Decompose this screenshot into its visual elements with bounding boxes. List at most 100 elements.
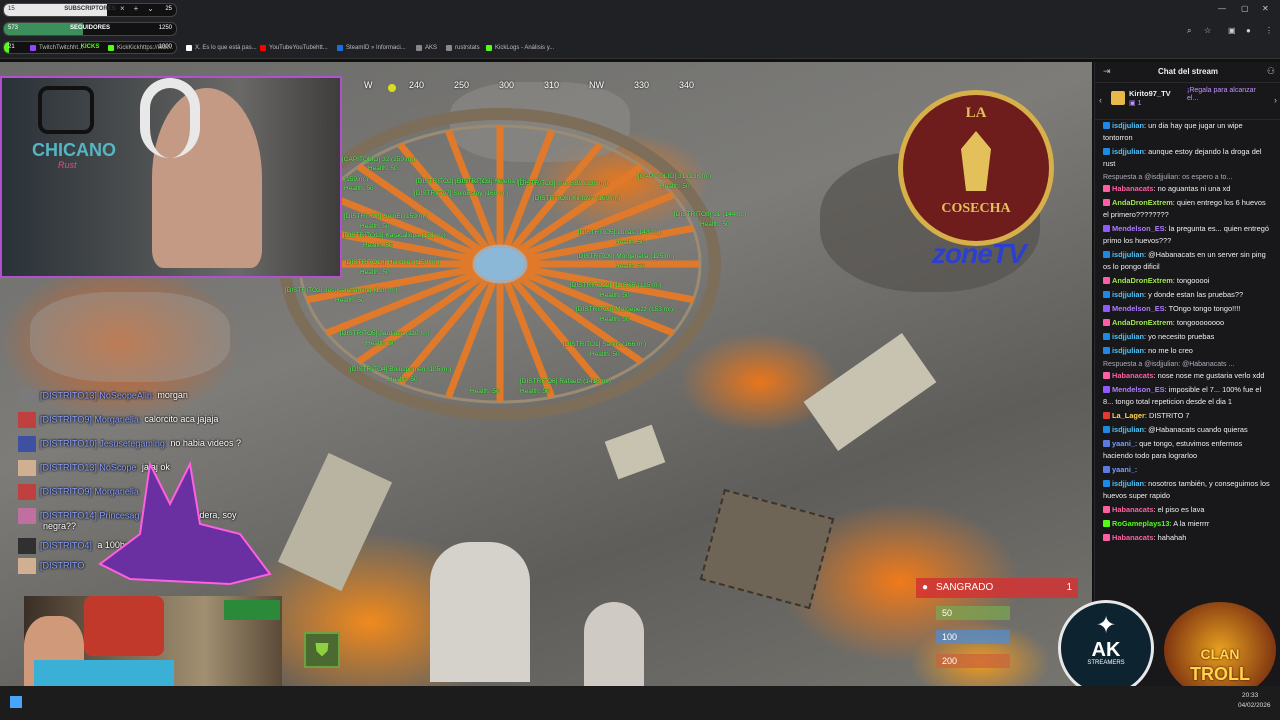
zonetv-logo: zoneTV <box>932 238 1027 269</box>
chat-message: isdjjulian: yo necesito pruebas <box>1103 331 1273 343</box>
chat-message: Habanacats: el piso es lava <box>1103 504 1273 516</box>
user-badge-icon <box>1103 386 1110 393</box>
clock-time[interactable]: 20:33 <box>1242 692 1258 699</box>
chat-username[interactable]: isdjjulian <box>1112 479 1144 488</box>
chat-username[interactable]: RoGameplays13 <box>1112 519 1170 528</box>
esp-label: Health: 50 <box>344 185 374 192</box>
bookmark-x[interactable]: X. Es lo que está pas... <box>186 45 257 51</box>
tab-controls[interactable]: × + ⌄ <box>120 4 154 13</box>
hydration-bar: 100 <box>936 630 1010 644</box>
esp-label: [CAPITOLIO] 31 (138 m.) <box>638 173 712 180</box>
chat-username[interactable]: yaani_ <box>1112 439 1135 448</box>
chat-message: RoGameplays13: A la mierrrr <box>1103 518 1273 530</box>
compass-label: W <box>364 80 373 90</box>
chat-username[interactable]: Habanacats <box>1112 371 1154 380</box>
steam-icon <box>337 45 343 51</box>
pinned-gift-banner[interactable]: ‹ Kirito97_TV ▣ 1 ¡Regala para alcanzar … <box>1095 83 1280 120</box>
user-badge-icon <box>1103 466 1110 473</box>
clock-date[interactable]: 04/02/2026 <box>1238 702 1271 709</box>
compass-label: 250 <box>454 80 470 90</box>
overlay-chat-text: negra?? <box>43 521 77 531</box>
bookmark-star-icon[interactable]: ☆ <box>1204 26 1211 35</box>
chat-message: AndaDronExtrem: quien entrego los 6 huev… <box>1103 197 1273 221</box>
bookmark-youtube[interactable]: YouTubeYouTubehtt... <box>260 45 328 51</box>
user-badge-icon <box>1103 534 1110 541</box>
user-badge-icon <box>1103 520 1110 527</box>
chat-text: yo necesito pruebas <box>1148 332 1215 341</box>
overlay-chat-user: [DISTRITO <box>40 560 85 571</box>
maximize-icon[interactable]: ▢ <box>1241 4 1249 13</box>
user-badge-icon <box>1103 372 1110 379</box>
subs-goal: 25 <box>165 6 172 12</box>
close-icon[interactable]: ✕ <box>1262 4 1269 13</box>
chat-avatar <box>18 412 36 428</box>
users-icon[interactable]: ⚇ <box>1267 66 1275 77</box>
esp-label: Health: 50 <box>660 183 690 190</box>
minimize-icon[interactable]: — <box>1218 4 1226 13</box>
webcam-streamer-1: CHICANO Rust <box>0 76 342 278</box>
chat-message: isdjjulian: no me lo creo <box>1103 345 1273 357</box>
profile-icon[interactable]: ● <box>1246 26 1251 35</box>
chat-username[interactable]: Mendelson_ES <box>1112 224 1165 233</box>
chat-username[interactable]: isdjjulian <box>1112 290 1144 299</box>
wheat-icon <box>961 131 991 191</box>
overlay-chat-text: no habia videos ? <box>170 438 241 449</box>
esp-label: [DISTRITO11] Karacaliopa (151 m.) <box>343 232 446 239</box>
bookmark-kicklogs[interactable]: KickLogs - Análisis y... <box>486 45 554 51</box>
next-arrow-icon[interactable]: › <box>1274 95 1277 105</box>
gaming-chair <box>84 596 164 656</box>
esp-label: (159 m.) <box>344 176 369 183</box>
followers-label: SEGUIDORES <box>69 25 110 31</box>
chat-username[interactable]: AndaDronExtrem <box>1112 318 1173 327</box>
cam-brand-sub: Rust <box>58 160 77 170</box>
bookmark-ruststats[interactable]: rustrstats <box>446 45 480 51</box>
chat-username[interactable]: isdjjulian <box>1112 346 1144 355</box>
bookmark-kick[interactable]: KickKickhttps://kick... <box>108 45 173 51</box>
bleeding-status: ● SANGRADO 1 <box>916 578 1078 598</box>
chat-message: Mendelson_ES: la pregunta es... quien en… <box>1103 223 1273 247</box>
esp-label: [DISTRITO5] Lucas (148 m.) <box>578 229 661 236</box>
chat-text: nose nose me gustaria verlo xdd <box>1157 371 1265 380</box>
chat-username[interactable]: isdjjulian <box>1112 250 1144 259</box>
chat-username[interactable]: isdjjulian <box>1112 332 1144 341</box>
windows-start-icon[interactable] <box>10 696 22 708</box>
bookmark-twitch[interactable]: TwitchTwitchht... <box>30 45 83 51</box>
chat-username[interactable]: Habanacats <box>1112 184 1154 193</box>
followers-goal-widget: 573 SEGUIDORES 1250 <box>3 22 177 36</box>
chat-message: isdjjulian: un dia hay que jugar un wipe… <box>1103 120 1273 144</box>
chat-text: DISTRITO 7 <box>1148 411 1190 420</box>
chat-username[interactable]: Mendelson_ES <box>1112 385 1165 394</box>
bookmark-aks[interactable]: AKS <box>416 45 437 51</box>
chat-username[interactable]: Habanacats <box>1112 505 1154 514</box>
compass-label: 300 <box>499 80 515 90</box>
chat-username[interactable]: yaani_ <box>1112 465 1135 474</box>
chat-text: hahahah <box>1157 533 1187 542</box>
followers-goal: 1250 <box>158 25 172 31</box>
esp-label: Health: 50 <box>470 388 500 395</box>
x-icon <box>186 45 192 51</box>
compass-label: 310 <box>544 80 560 90</box>
zoom-icon[interactable]: ⌕ <box>1187 26 1191 36</box>
overlay-chat-row: [DISTRITO10] Jesusetegaming: no habia vid… <box>18 436 318 452</box>
chat-avatar <box>18 484 36 500</box>
prev-arrow-icon[interactable]: ‹ <box>1099 95 1102 105</box>
chat-username[interactable]: AndaDronExtrem <box>1112 198 1173 207</box>
chat-username[interactable]: Habanacats <box>1112 533 1154 542</box>
chat-username[interactable]: isdjjulian <box>1112 425 1144 434</box>
esp-label: Health: 50 <box>368 165 398 172</box>
chat-username[interactable]: isdjjulian <box>1112 147 1144 156</box>
chat-username[interactable]: La_Lager <box>1112 411 1145 420</box>
compass-label: NW <box>589 80 604 90</box>
user-badge-icon <box>1103 426 1110 433</box>
chat-username[interactable]: isdjjulian <box>1112 121 1144 130</box>
user-badge-icon <box>1103 251 1110 258</box>
esp-label: Health: 50 <box>335 297 365 304</box>
chat-username[interactable]: AndaDronExtrem <box>1112 276 1173 285</box>
chat-message: isdjjulian: nosotros también, y consegui… <box>1103 478 1273 502</box>
menu-icon[interactable]: ⋮ <box>1265 26 1273 35</box>
chat-username[interactable]: Mendelson_ES <box>1112 304 1165 313</box>
chat-message: Habanacats: hahahah <box>1103 532 1273 544</box>
bookmark-steamid[interactable]: SteamID » Informaci... <box>337 45 406 51</box>
user-badge-icon <box>1103 305 1110 312</box>
extensions-icon[interactable]: ▣ <box>1228 26 1236 35</box>
